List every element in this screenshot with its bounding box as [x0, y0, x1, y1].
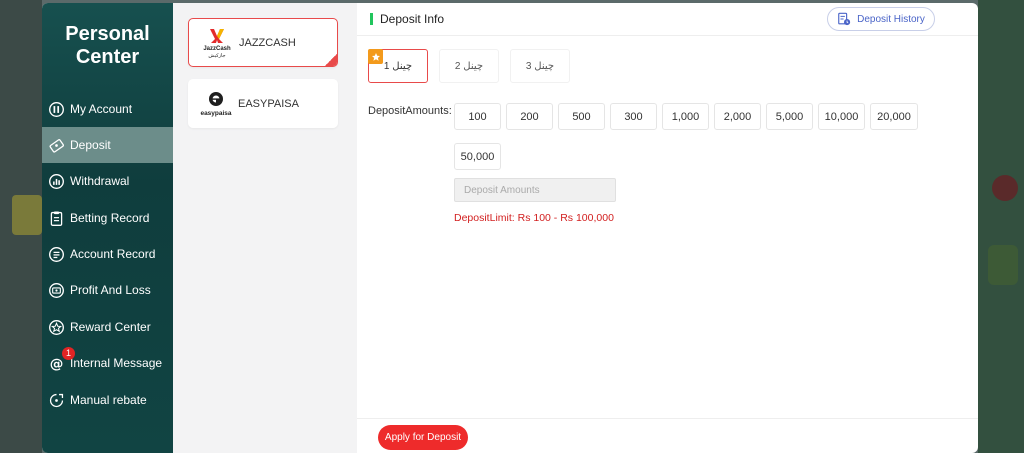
background-decor: [992, 175, 1018, 201]
amount-option[interactable]: 300: [610, 103, 657, 130]
selected-check-icon: [325, 54, 337, 66]
sidebar-item-reward-center[interactable]: Reward Center: [42, 309, 173, 345]
background-decor: [12, 195, 42, 235]
sidebar-item-label: Withdrawal: [70, 174, 130, 188]
method-label: JAZZCASH: [239, 36, 296, 49]
sidebar-item-label: Manual rebate: [70, 393, 147, 407]
channel-label: چینل 2: [454, 60, 484, 72]
deposit-header: Deposit Info Deposit History: [357, 3, 978, 36]
background-decor: [988, 245, 1018, 285]
jazzcash-logo: JazzCash جازکیش: [195, 25, 239, 61]
reward-icon: [48, 319, 65, 336]
deposit-limit-text: DepositLimit: Rs 100 - Rs 100,000: [454, 212, 614, 224]
method-jazzcash[interactable]: JazzCash جازکیش JAZZCASH: [188, 18, 338, 67]
account-record-icon: [48, 246, 65, 263]
background-right: [978, 0, 1024, 453]
amount-option[interactable]: 100: [454, 103, 501, 130]
sidebar-item-deposit[interactable]: Deposit: [42, 127, 173, 163]
sidebar-item-manual-rebate[interactable]: Manual rebate: [42, 382, 173, 418]
apply-for-deposit-button[interactable]: Apply for Deposit: [378, 425, 468, 450]
svg-text:@: @: [50, 356, 64, 372]
profit-loss-icon: [48, 282, 65, 299]
amount-option[interactable]: 200: [506, 103, 553, 130]
personal-center-modal: Personal Center My Account Deposit Withd…: [42, 3, 978, 453]
star-flag-icon: [368, 49, 383, 64]
history-icon: [838, 12, 851, 26]
sidebar-item-betting-record[interactable]: Betting Record: [42, 200, 173, 236]
channel-label: چینل 3: [525, 60, 555, 72]
sidebar-title-line2: Center: [75, 46, 140, 68]
deposit-history-label: Deposit History: [857, 13, 925, 25]
method-easypaisa[interactable]: easypaisa EASYPAISA: [188, 79, 338, 128]
sidebar-item-account-record[interactable]: Account Record: [42, 236, 173, 272]
jazzcash-logo-urdu: جازکیش: [208, 53, 225, 59]
deposit-icon: [48, 137, 65, 154]
user-circle-icon: [48, 101, 65, 118]
amount-option[interactable]: 2,000: [714, 103, 761, 130]
sidebar-item-label: Internal Message: [70, 356, 163, 370]
channel-tab-3[interactable]: چینل 3: [510, 49, 570, 83]
background-left: [0, 0, 42, 453]
betting-record-icon: [48, 210, 65, 227]
deposit-amount-input[interactable]: [454, 178, 616, 202]
page-title: Deposit Info: [380, 12, 445, 26]
amount-option[interactable]: 500: [558, 103, 605, 130]
unread-badge: 1: [62, 347, 75, 360]
withdrawal-icon: [48, 173, 65, 190]
rebate-icon: [48, 392, 65, 409]
sidebar-item-label: Betting Record: [70, 211, 150, 225]
easypaisa-logo-text: easypaisa: [200, 110, 231, 117]
sidebar-item-withdrawal[interactable]: Withdrawal: [42, 163, 173, 199]
sidebar-item-label: Account Record: [70, 247, 156, 261]
deposit-history-button[interactable]: Deposit History: [827, 7, 935, 31]
sidebar-item-label: Deposit: [70, 138, 111, 152]
sidebar-item-label: Profit And Loss: [70, 283, 151, 297]
payment-methods: JazzCash جازکیش JAZZCASH easypaisa EASYP…: [173, 3, 357, 453]
easypaisa-logo: easypaisa: [194, 86, 238, 122]
sidebar-item-label: My Account: [70, 102, 133, 116]
sidebar-title-line1: Personal: [65, 23, 150, 45]
sidebar-title: Personal Center: [42, 23, 173, 69]
sidebar-item-label: Reward Center: [70, 320, 151, 334]
jazzcash-logo-text: JazzCash: [203, 46, 231, 52]
header-accent-bar: [370, 13, 373, 25]
channel-tab-2[interactable]: چینل 2: [439, 49, 499, 83]
deposit-main: Deposit Info Deposit History چینل 1 چینل…: [357, 3, 978, 453]
amount-option[interactable]: 5,000: [766, 103, 813, 130]
sidebar-item-profit-and-loss[interactable]: Profit And Loss: [42, 272, 173, 308]
amount-option[interactable]: 10,000: [818, 103, 865, 130]
method-label: EASYPAISA: [238, 97, 299, 110]
amount-option[interactable]: 1,000: [662, 103, 709, 130]
amount-option[interactable]: 20,000: [870, 103, 918, 130]
channel-tab-1[interactable]: چینل 1: [368, 49, 428, 83]
channel-label: چینل 1: [383, 60, 413, 72]
deposit-footer: Apply for Deposit: [357, 418, 978, 453]
sidebar-item-my-account[interactable]: My Account: [42, 91, 173, 127]
amount-option[interactable]: 50,000: [454, 143, 501, 170]
deposit-amounts-label: DepositAmounts:: [368, 105, 452, 117]
sidebar: Personal Center My Account Deposit Withd…: [42, 3, 173, 453]
